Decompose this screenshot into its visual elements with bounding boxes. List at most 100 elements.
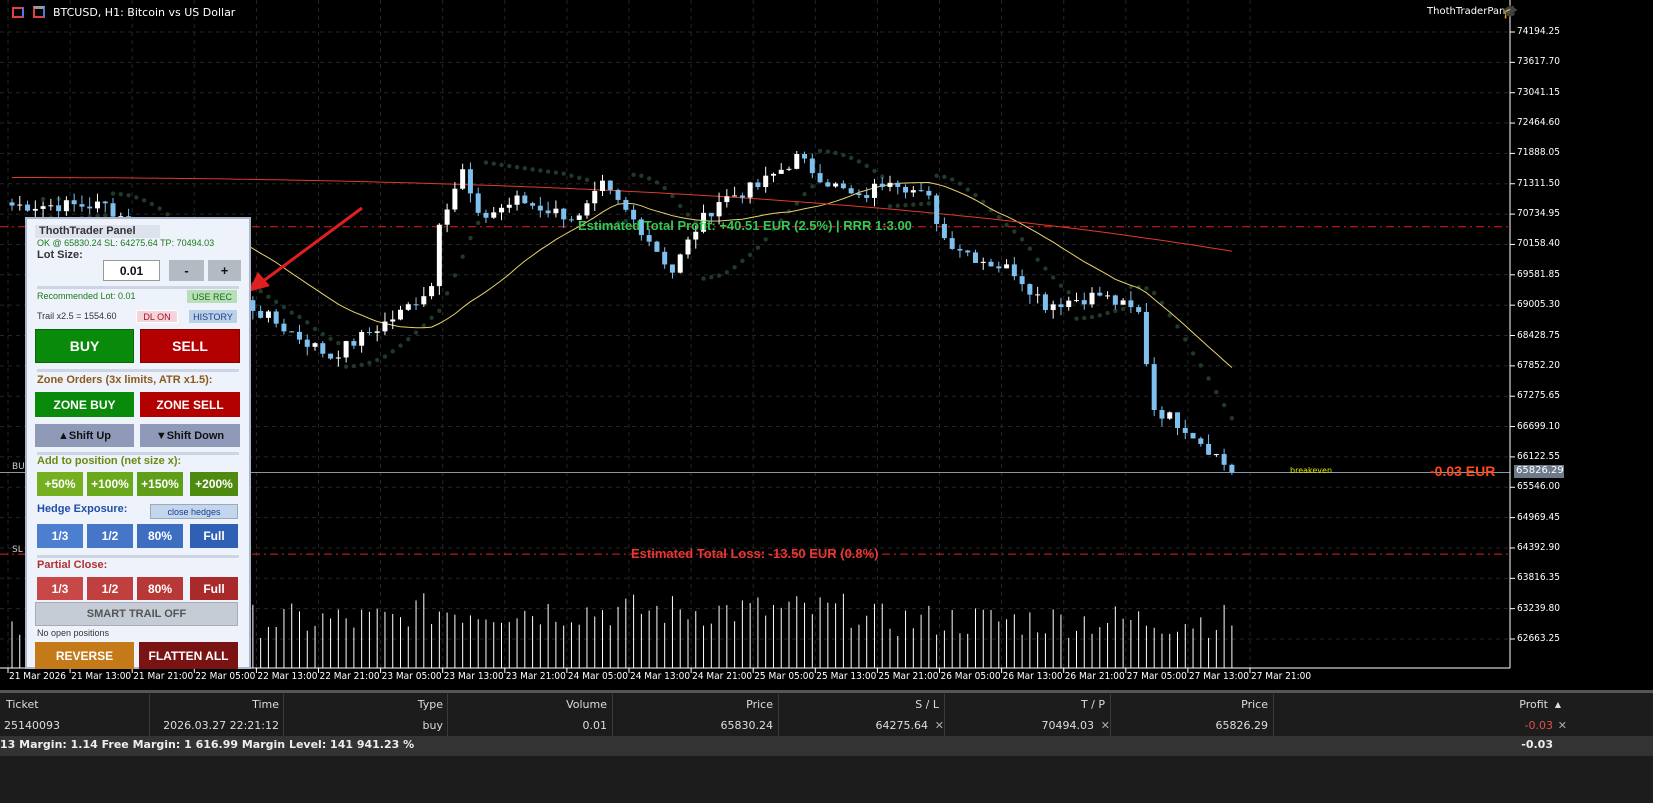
candle-body <box>1213 454 1219 456</box>
buy-button[interactable]: BUY <box>35 329 134 363</box>
header-price[interactable]: Price <box>746 698 773 711</box>
reverse-button[interactable]: REVERSE <box>35 642 134 669</box>
sar-dot <box>343 364 349 369</box>
sar-dot <box>934 173 939 178</box>
sar-dot <box>1221 402 1227 408</box>
time-tick-label: 23 Mar 21:00 <box>505 671 566 682</box>
history-button[interactable]: HISTORY <box>189 310 237 323</box>
shift-up-button[interactable]: ▲Shift Up <box>35 424 134 447</box>
close-position-icon[interactable]: ✕ <box>1558 719 1567 732</box>
candle-body <box>840 183 846 189</box>
sar-dot <box>382 354 388 359</box>
partial-half-button[interactable]: 1/2 <box>87 577 133 600</box>
candle-body <box>895 182 901 187</box>
partial-80-button[interactable]: 80% <box>137 577 183 600</box>
flatten-all-button[interactable]: FLATTEN ALL <box>139 642 238 669</box>
sar-dot <box>297 314 302 320</box>
lot-increase-button[interactable]: + <box>208 260 241 281</box>
add-150-button[interactable]: +150% <box>137 472 183 496</box>
time-tick-label: 25 Mar 13:00 <box>816 671 877 682</box>
sar-dot <box>747 252 753 258</box>
price-tick-label: 62663.25 <box>1517 633 1560 644</box>
shift-down-button[interactable]: ▼Shift Down <box>140 424 240 447</box>
red-arrow-annotation <box>248 206 363 292</box>
open-price: 65830.24 <box>720 719 774 732</box>
sar-dot <box>1190 351 1196 356</box>
candle-body <box>972 252 978 263</box>
remove-sl-icon[interactable]: ✕ <box>935 719 944 732</box>
sar-dot <box>763 237 768 242</box>
candle-body <box>739 195 745 198</box>
partial-full-button[interactable]: Full <box>190 577 238 600</box>
sar-dot <box>1074 316 1079 321</box>
sar-dot <box>545 169 551 174</box>
header-time[interactable]: Time <box>252 698 279 711</box>
price-tick-label: 70158.40 <box>1517 238 1560 250</box>
candle-body <box>390 319 396 322</box>
candle-body <box>1089 292 1095 305</box>
sar-dot <box>281 304 287 310</box>
candle-body <box>755 182 761 188</box>
lot-decrease-button[interactable]: - <box>169 260 204 281</box>
sar-dot <box>149 201 155 207</box>
smart-trail-button[interactable]: SMART TRAIL OFF <box>35 602 238 626</box>
candle-body <box>537 205 543 211</box>
symbol-icon[interactable] <box>33 6 45 18</box>
sar-dot <box>476 220 481 226</box>
time-tick-label: 24 Mar 05:00 <box>567 671 628 682</box>
hedge-full-button[interactable]: Full <box>190 524 238 548</box>
header-type[interactable]: Type <box>418 698 443 711</box>
zone-orders-header: Zone Orders (3x limits, ATR x1.5): <box>37 374 213 386</box>
trade-table: Ticket Time Type Volume Price S / L T / … <box>0 690 1653 803</box>
sar-dot <box>538 168 543 173</box>
total-profit: -0.03 <box>1521 738 1553 751</box>
sar-dot <box>662 185 667 191</box>
close-hedges-button[interactable]: close hedges <box>150 504 238 519</box>
header-tp[interactable]: T / P <box>1081 698 1105 711</box>
sar-dot <box>1012 229 1017 234</box>
candle-body <box>444 209 450 225</box>
candle-body <box>483 212 489 218</box>
add-50-button[interactable]: +50% <box>37 472 83 496</box>
header-current-price[interactable]: Price <box>1241 698 1268 711</box>
candle-body <box>879 183 885 187</box>
sort-arrow-icon[interactable]: ▲ <box>1555 700 1561 709</box>
candle-body <box>887 182 893 187</box>
header-sl[interactable]: S / L <box>915 698 939 711</box>
chart-grid-icon[interactable] <box>12 7 24 18</box>
hedge-80-button[interactable]: 80% <box>137 524 183 548</box>
hedge-third-button[interactable]: 1/3 <box>37 524 83 548</box>
add-100-button[interactable]: +100% <box>87 472 133 496</box>
sell-button[interactable]: SELL <box>140 329 240 363</box>
use-rec-button[interactable]: USE REC <box>187 290 237 303</box>
candle-body <box>1081 300 1087 305</box>
sar-dot <box>1097 313 1103 318</box>
zone-buy-button[interactable]: ZONE BUY <box>35 392 134 417</box>
candle-body <box>1058 304 1064 308</box>
remove-tp-icon[interactable]: ✕ <box>1101 719 1110 732</box>
sar-dot <box>996 214 1001 220</box>
time-tick-label: 21 Mar 2026 <box>9 671 67 682</box>
candle-body <box>918 190 924 192</box>
candle-body <box>374 331 380 333</box>
header-profit[interactable]: Profit <box>1519 698 1548 711</box>
sar-dot <box>40 196 46 202</box>
dl-on-button[interactable]: DL ON <box>136 310 178 323</box>
hedge-half-button[interactable]: 1/2 <box>87 524 133 548</box>
header-volume[interactable]: Volume <box>566 698 607 711</box>
add-200-button[interactable]: +200% <box>190 472 238 496</box>
sar-dot <box>1206 376 1211 381</box>
sar-dot <box>429 315 434 321</box>
sar-dot <box>654 180 660 185</box>
time-tick-label: 22 Mar 05:00 <box>195 671 256 682</box>
candle-body <box>871 183 877 198</box>
sar-dot <box>1183 337 1188 342</box>
zone-sell-button[interactable]: ZONE SELL <box>140 392 240 417</box>
lot-size-input[interactable]: 0.01 <box>103 260 160 281</box>
header-ticket[interactable]: Ticket <box>6 698 39 711</box>
partial-third-button[interactable]: 1/3 <box>37 577 83 600</box>
sar-dot <box>670 193 675 199</box>
sar-dot <box>918 201 924 207</box>
candle-body <box>654 241 660 252</box>
candle-body <box>359 332 365 346</box>
